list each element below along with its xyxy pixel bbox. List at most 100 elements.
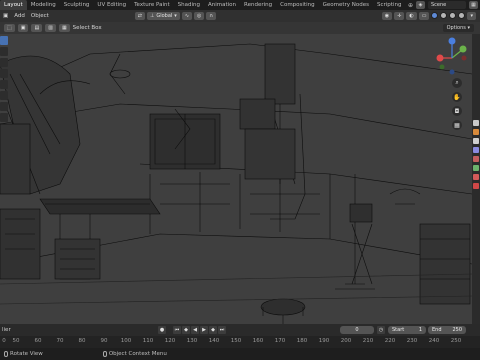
clock-icon[interactable]: ◷ bbox=[377, 326, 385, 334]
current-frame-field[interactable]: 0 bbox=[340, 326, 374, 334]
gizmo-neg-x[interactable] bbox=[461, 55, 467, 61]
start-frame-field[interactable]: Start 1 bbox=[388, 326, 426, 334]
frame-tick: 60 bbox=[34, 338, 42, 344]
overlay-icon[interactable]: ◐ bbox=[406, 12, 417, 20]
select-mode-extend[interactable]: ▤ bbox=[31, 24, 43, 32]
gizmo-neg-z[interactable] bbox=[449, 69, 455, 75]
options-label: Options bbox=[446, 25, 466, 31]
plus-icon[interactable]: ⊕ bbox=[405, 2, 415, 9]
frame-tick: 180 bbox=[296, 338, 308, 344]
measure-tool-icon[interactable] bbox=[0, 113, 8, 122]
texture-properties-icon[interactable] bbox=[473, 183, 479, 189]
select-tool-icon[interactable] bbox=[0, 36, 8, 45]
prev-keyframe-icon[interactable]: ◆ bbox=[182, 326, 190, 334]
scene-icon[interactable]: ◈ bbox=[416, 1, 425, 9]
status-bar: Rotate View Object Context Menu bbox=[0, 348, 480, 360]
play-icon[interactable]: ▶ bbox=[200, 326, 208, 334]
zoom-icon[interactable]: ⌕ bbox=[452, 78, 462, 88]
jump-end-icon[interactable]: ⏭ bbox=[218, 326, 226, 334]
view-layer-icon[interactable]: ▦ bbox=[469, 1, 478, 9]
camera-view-icon[interactable]: ◘ bbox=[452, 106, 462, 116]
play-reverse-icon[interactable]: ◀ bbox=[191, 326, 199, 334]
gizmo-y-axis[interactable] bbox=[459, 45, 467, 53]
orientation-dropdown[interactable]: ⊥ Global ▾ bbox=[146, 12, 180, 20]
chevron-down-icon: ▾ bbox=[174, 13, 177, 19]
proportional-edit-icon[interactable]: ◎ bbox=[194, 12, 205, 20]
xray-icon[interactable]: ▭ bbox=[418, 12, 430, 20]
pivot-icon[interactable]: ⇄ bbox=[134, 12, 145, 20]
tab-rendering[interactable]: Rendering bbox=[240, 0, 276, 10]
tab-scripting[interactable]: Scripting bbox=[373, 0, 405, 10]
transform-orientation: ⇄ ⊥ Global ▾ ∿ ◎ ∩ bbox=[134, 12, 217, 20]
collection-properties-icon[interactable] bbox=[473, 174, 479, 180]
frame-tick: 230 bbox=[406, 338, 418, 344]
output-properties-icon[interactable] bbox=[473, 138, 479, 144]
tab-animation[interactable]: Animation bbox=[204, 0, 240, 10]
perspective-grid-icon[interactable]: ▦ bbox=[452, 120, 462, 130]
gizmo-toggle-icon[interactable]: ✛ bbox=[394, 12, 405, 20]
scale-tool-icon[interactable] bbox=[0, 80, 8, 89]
tool-properties-icon[interactable] bbox=[473, 120, 479, 126]
gizmo-neg-y[interactable] bbox=[439, 64, 445, 70]
magnet-icon[interactable]: ∩ bbox=[206, 12, 217, 20]
wireframe-shading-icon[interactable] bbox=[431, 12, 439, 19]
material-shading-icon[interactable] bbox=[449, 12, 457, 19]
next-keyframe-icon[interactable]: ◆ bbox=[209, 326, 217, 334]
transform-tool-icon[interactable] bbox=[0, 91, 8, 100]
start-label: Start bbox=[392, 327, 405, 333]
select-mode-invert[interactable]: ▦ bbox=[58, 24, 70, 32]
mouse-middle-icon bbox=[4, 351, 8, 357]
tab-layout[interactable]: Layout bbox=[0, 0, 27, 10]
frame-tick: 80 bbox=[78, 338, 86, 344]
frame-tick: 190 bbox=[318, 338, 330, 344]
tab-modeling[interactable]: Modeling bbox=[27, 0, 60, 10]
editor-type-icon[interactable]: ▣ bbox=[3, 13, 8, 19]
visibility-icon[interactable]: ◉ bbox=[381, 12, 393, 20]
select-mode-new[interactable]: ▣ bbox=[17, 24, 29, 32]
timeline-menu-label[interactable]: lier bbox=[2, 327, 11, 333]
tab-sculpting[interactable]: Sculpting bbox=[60, 0, 94, 10]
frame-ruler[interactable]: 0 50 60 70 80 90 100 110 120 130 140 150 160 170 180 19… bbox=[0, 336, 480, 348]
frame-tick: 140 bbox=[208, 338, 220, 344]
axis-icon: ⊥ bbox=[149, 13, 155, 19]
tab-uv-editing[interactable]: UV Editing bbox=[93, 0, 130, 10]
gizmo-z-axis[interactable] bbox=[448, 37, 456, 45]
end-frame-field[interactable]: End 250 bbox=[428, 326, 466, 334]
view-layer-properties-icon[interactable] bbox=[473, 147, 479, 153]
rendered-shading-icon[interactable] bbox=[458, 12, 466, 19]
rotate-tool-icon[interactable] bbox=[0, 69, 8, 78]
tab-compositing[interactable]: Compositing bbox=[276, 0, 318, 10]
world-properties-icon[interactable] bbox=[473, 165, 479, 171]
select-box-icon[interactable]: ⬚ bbox=[4, 24, 15, 32]
jump-start-icon[interactable]: ⏮ bbox=[173, 326, 181, 334]
mouse-right-icon bbox=[102, 351, 107, 357]
scene-properties-icon[interactable] bbox=[473, 156, 479, 162]
frame-tick: 130 bbox=[186, 338, 198, 344]
frame-tick: 90 bbox=[100, 338, 108, 344]
gizmo-x-axis[interactable] bbox=[436, 54, 444, 62]
annotate-tool-icon[interactable] bbox=[0, 102, 8, 111]
scene-name-field[interactable]: Scene bbox=[428, 1, 466, 9]
menu-add[interactable]: Add bbox=[14, 13, 25, 19]
select-mode-subtract[interactable]: ▥ bbox=[45, 24, 56, 32]
record-icon[interactable]: ● bbox=[158, 326, 166, 334]
tab-geometry-nodes[interactable]: Geometry Nodes bbox=[319, 0, 373, 10]
cursor-tool-icon[interactable] bbox=[0, 47, 8, 56]
move-tool-icon[interactable] bbox=[0, 58, 8, 67]
snap-icon[interactable]: ∿ bbox=[181, 12, 193, 20]
tab-shading[interactable]: Shading bbox=[174, 0, 204, 10]
status-rotate-label: Rotate View bbox=[10, 351, 43, 357]
render-properties-icon[interactable] bbox=[473, 129, 479, 135]
navigation-gizmo[interactable] bbox=[432, 36, 472, 76]
shading-options-icon[interactable]: ▾ bbox=[467, 12, 476, 20]
workspace-tab-bar: Layout Modeling Sculpting UV Editing Texture… bbox=[0, 0, 480, 10]
menu-object[interactable]: Object bbox=[31, 13, 49, 19]
3d-viewport[interactable] bbox=[0, 34, 472, 324]
solid-shading-icon[interactable] bbox=[440, 12, 448, 19]
options-dropdown[interactable]: Options ▾ bbox=[442, 24, 474, 32]
playback-controls: ● ⏮ ◆ ◀ ▶ ◆ ⏭ bbox=[158, 326, 226, 334]
frame-tick: 150 bbox=[230, 338, 242, 344]
tab-texture-paint[interactable]: Texture Paint bbox=[130, 0, 174, 10]
tool-settings-bar: ⬚ ▣ ▤ ▥ ▦ Select Box bbox=[0, 22, 480, 34]
pan-hand-icon[interactable]: ✋ bbox=[452, 92, 462, 102]
